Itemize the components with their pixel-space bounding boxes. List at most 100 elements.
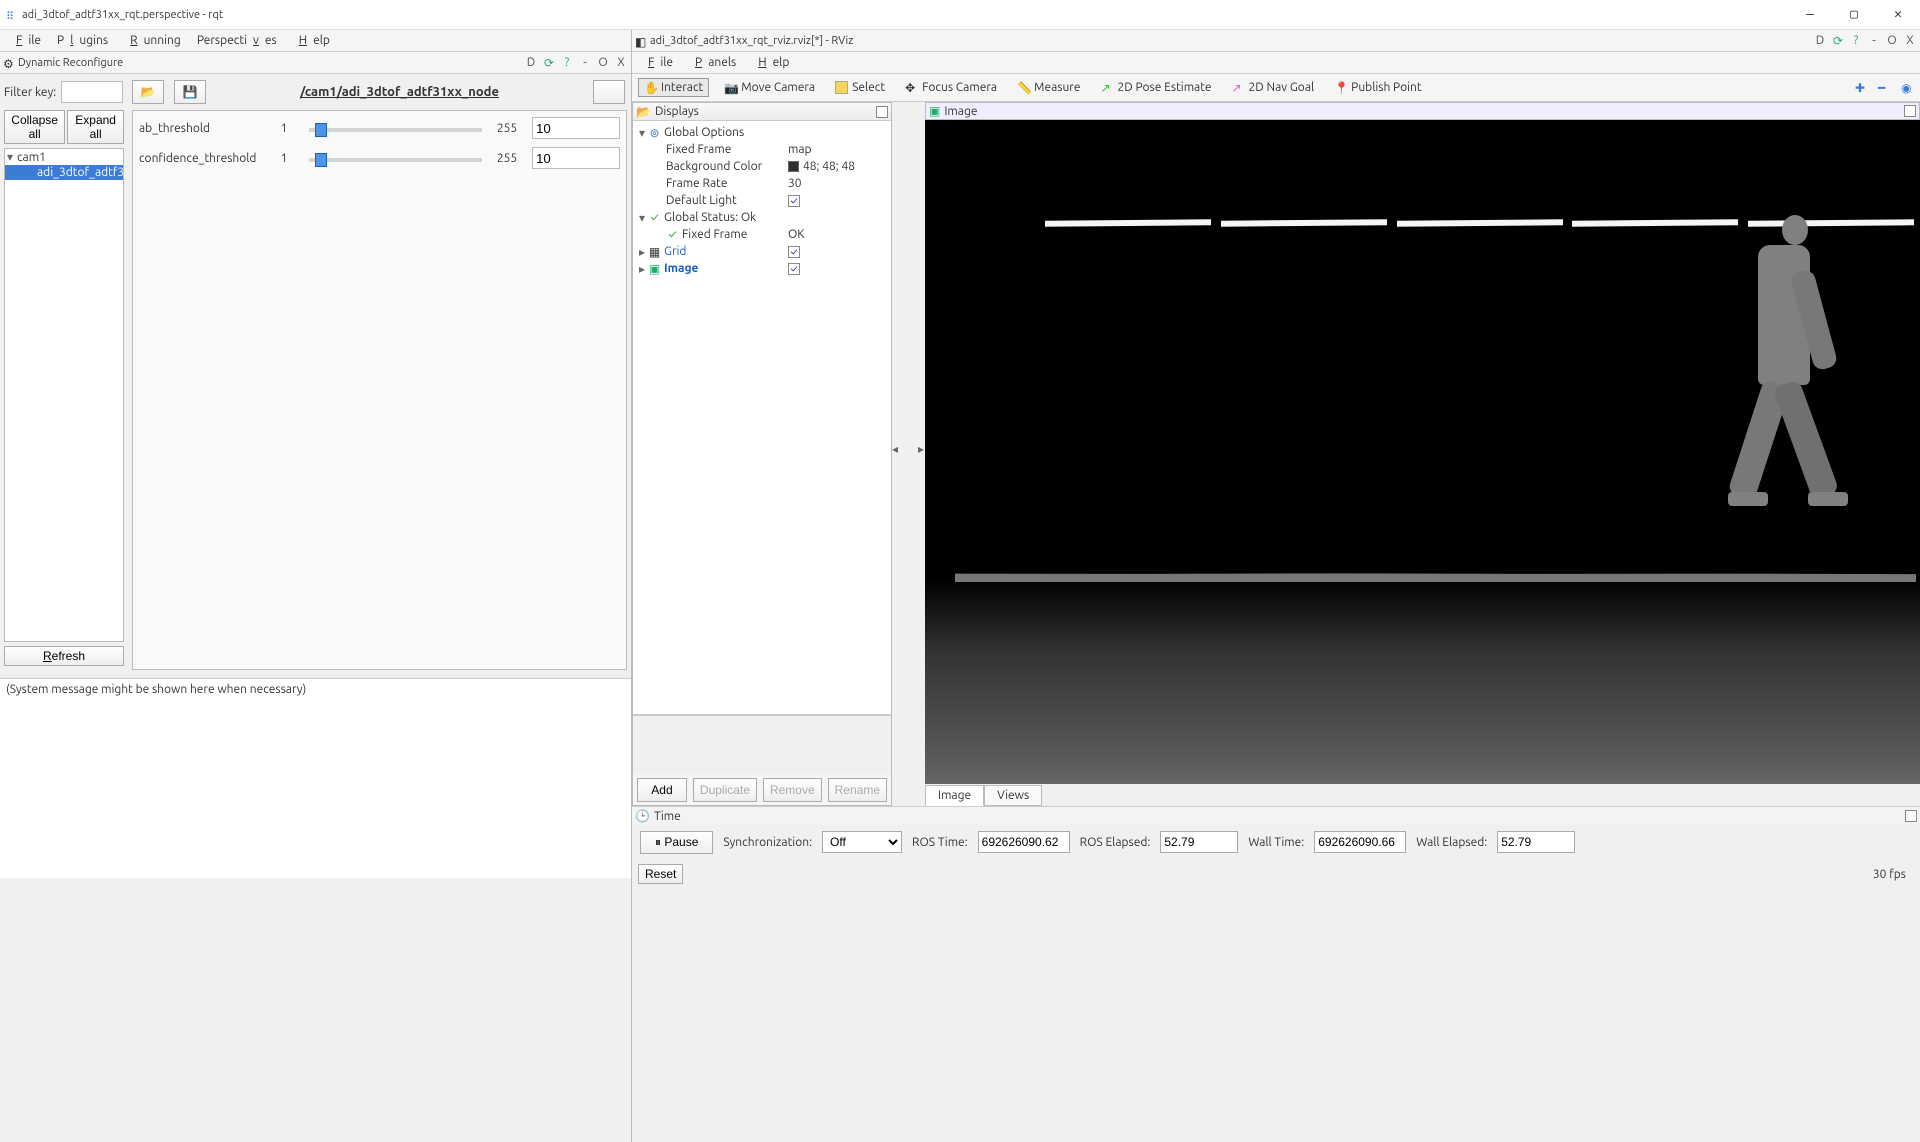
help-icon[interactable]: ?: [559, 56, 575, 69]
displays-header[interactable]: 📂 Displays: [633, 103, 891, 121]
param-slider[interactable]: [309, 158, 482, 162]
remove-display-button[interactable]: Remove: [763, 778, 822, 802]
ros-elapsed-value[interactable]: [1160, 831, 1238, 853]
menu-file[interactable]: File: [4, 33, 47, 48]
filter-key-input[interactable]: [61, 81, 123, 103]
collapse-icon[interactable]: ▾: [636, 211, 648, 225]
panel-detach-button[interactable]: [876, 106, 888, 118]
display-grid-label[interactable]: Grid: [664, 245, 788, 258]
reload-icon[interactable]: ⟳: [541, 56, 557, 70]
menu-perspectives[interactable]: Perspectives: [191, 33, 283, 48]
tab-image[interactable]: Image: [925, 785, 984, 806]
ros-time-value[interactable]: [978, 831, 1070, 853]
node-path: /cam1/adi_3dtof_adtf31xx_node: [300, 85, 499, 99]
rviz-toolbar: ✋ Interact 📷 Move Camera Select ✥ Focus …: [632, 74, 1920, 102]
save-button[interactable]: 💾: [174, 80, 206, 104]
tool-2d-nav-goal[interactable]: ↗ 2D Nav Goal: [1227, 79, 1320, 96]
reload-icon[interactable]: ⟳: [1830, 34, 1846, 48]
reset-button[interactable]: Reset: [638, 864, 683, 884]
system-message-text: (System message might be shown here when…: [6, 683, 306, 696]
params-panel: ab_threshold 1 255 confidence_threshold …: [132, 110, 627, 670]
menu-panels[interactable]: Panels: [683, 55, 742, 70]
duplicate-display-button[interactable]: Duplicate: [693, 778, 757, 802]
tree-collapse-icon[interactable]: ▾: [7, 150, 17, 164]
menu-running[interactable]: Running: [118, 33, 187, 48]
display-image-label[interactable]: Image: [664, 262, 788, 275]
panel-min-button[interactable]: -: [1866, 34, 1882, 47]
param-slider[interactable]: [309, 128, 482, 132]
menu-help[interactable]: Help: [287, 33, 336, 48]
displays-panel: 📂 Displays ▾ ⊚ Global Options Fixed Fram…: [632, 102, 892, 806]
status-fixed-frame[interactable]: ✓ Fixed Frame OK: [636, 226, 888, 243]
splitter-handle[interactable]: ◂ ▸: [892, 442, 924, 456]
tree-global-options[interactable]: ▾ ⊚ Global Options: [636, 124, 888, 141]
app-icon: ⠿: [6, 10, 16, 20]
tree-image[interactable]: ▸ ▣ Image ✓: [636, 260, 888, 277]
menu-file[interactable]: File: [636, 55, 679, 70]
rename-display-button[interactable]: Rename: [828, 778, 887, 802]
displays-tree[interactable]: ▾ ⊚ Global Options Fixed Frame map Backg…: [633, 121, 891, 715]
prop-background-color[interactable]: Background Color 48; 48; 48: [636, 158, 888, 175]
minimize-button[interactable]: —: [1788, 0, 1832, 28]
prop-default-light[interactable]: Default Light ✓: [636, 192, 888, 209]
node-close-button[interactable]: [593, 80, 625, 104]
close-button[interactable]: ✕: [1876, 0, 1920, 28]
checkbox-icon[interactable]: ✓: [788, 246, 800, 258]
time-panel-header[interactable]: 🕒 Time: [632, 807, 1920, 825]
prop-fixed-frame[interactable]: Fixed Frame map: [636, 141, 888, 158]
panel-btn-d[interactable]: D: [1812, 34, 1828, 47]
tool-focus-camera[interactable]: ✥ Focus Camera: [900, 79, 1002, 96]
tree-global-status[interactable]: ▾ ✓ Global Status: Ok: [636, 209, 888, 226]
prop-frame-rate[interactable]: Frame Rate 30: [636, 175, 888, 192]
panel-close-button[interactable]: X: [613, 56, 629, 69]
node-tree[interactable]: ▾ cam1 adi_3dtof_adtf3...: [4, 148, 124, 642]
tool-move-camera[interactable]: 📷 Move Camera: [719, 79, 820, 96]
sync-select[interactable]: Off: [822, 831, 902, 853]
checkbox-icon[interactable]: ✓: [788, 195, 800, 207]
wall-time-label: Wall Time:: [1248, 836, 1304, 849]
minus-icon[interactable]: ━: [1878, 81, 1891, 94]
ros-time-label: ROS Time:: [912, 836, 968, 849]
panel-close-button[interactable]: X: [1902, 34, 1918, 47]
eye-icon[interactable]: ◉: [1901, 81, 1914, 94]
tree-item-cam1[interactable]: ▾ cam1: [5, 149, 123, 165]
expand-icon[interactable]: ▸: [636, 262, 648, 276]
panel-btn-d[interactable]: D: [523, 56, 539, 69]
tree-item-node[interactable]: adi_3dtof_adtf3...: [5, 165, 123, 180]
tab-views[interactable]: Views: [984, 785, 1042, 806]
panel-controls: D ⟳ ? - O X: [523, 56, 629, 70]
gear-icon: ⚙: [3, 57, 15, 69]
collapse-all-button[interactable]: Collapse all: [4, 110, 65, 144]
panel-min-button[interactable]: -: [577, 56, 593, 69]
tool-measure[interactable]: 📏 Measure: [1012, 79, 1085, 96]
wall-elapsed-value[interactable]: [1497, 831, 1575, 853]
param-value-input[interactable]: [532, 147, 620, 169]
tool-select[interactable]: Select: [830, 79, 890, 96]
tool-publish-point[interactable]: 📍 Publish Point: [1329, 79, 1426, 96]
param-value-input[interactable]: [532, 117, 620, 139]
panel-detach-button[interactable]: [1904, 105, 1916, 117]
maximize-button[interactable]: ▢: [1832, 0, 1876, 28]
add-display-button[interactable]: Add: [637, 778, 687, 802]
plus-icon[interactable]: ✚: [1855, 81, 1868, 94]
panel-float-button[interactable]: O: [1884, 34, 1900, 47]
wall-time-value[interactable]: [1314, 831, 1406, 853]
image-panel-header[interactable]: ▣ Image: [925, 102, 1920, 120]
checkbox-icon[interactable]: ✓: [788, 263, 800, 275]
tool-2d-pose-estimate[interactable]: ↗ 2D Pose Estimate: [1095, 79, 1216, 96]
panel-float-button[interactable]: O: [595, 56, 611, 69]
panel-detach-button[interactable]: [1905, 810, 1917, 822]
depth-image-view[interactable]: [925, 120, 1920, 784]
expand-icon[interactable]: ▸: [636, 245, 648, 259]
collapse-icon[interactable]: ▾: [636, 126, 648, 140]
expand-all-button[interactable]: Expand all: [67, 110, 124, 144]
menu-plugins[interactable]: Plugins: [51, 33, 114, 48]
menu-help[interactable]: Help: [746, 55, 795, 70]
refresh-button[interactable]: Refresh: [4, 646, 124, 666]
pause-button[interactable]: ⏸ Pause: [640, 831, 713, 854]
open-button[interactable]: 📂: [132, 80, 164, 104]
tree-grid[interactable]: ▸ ▦ Grid ✓: [636, 243, 888, 260]
help-icon[interactable]: ?: [1848, 34, 1864, 47]
tool-interact[interactable]: ✋ Interact: [638, 78, 709, 97]
window-title: adi_3dtof_adtf31xx_rqt.perspective - rqt: [22, 9, 223, 21]
